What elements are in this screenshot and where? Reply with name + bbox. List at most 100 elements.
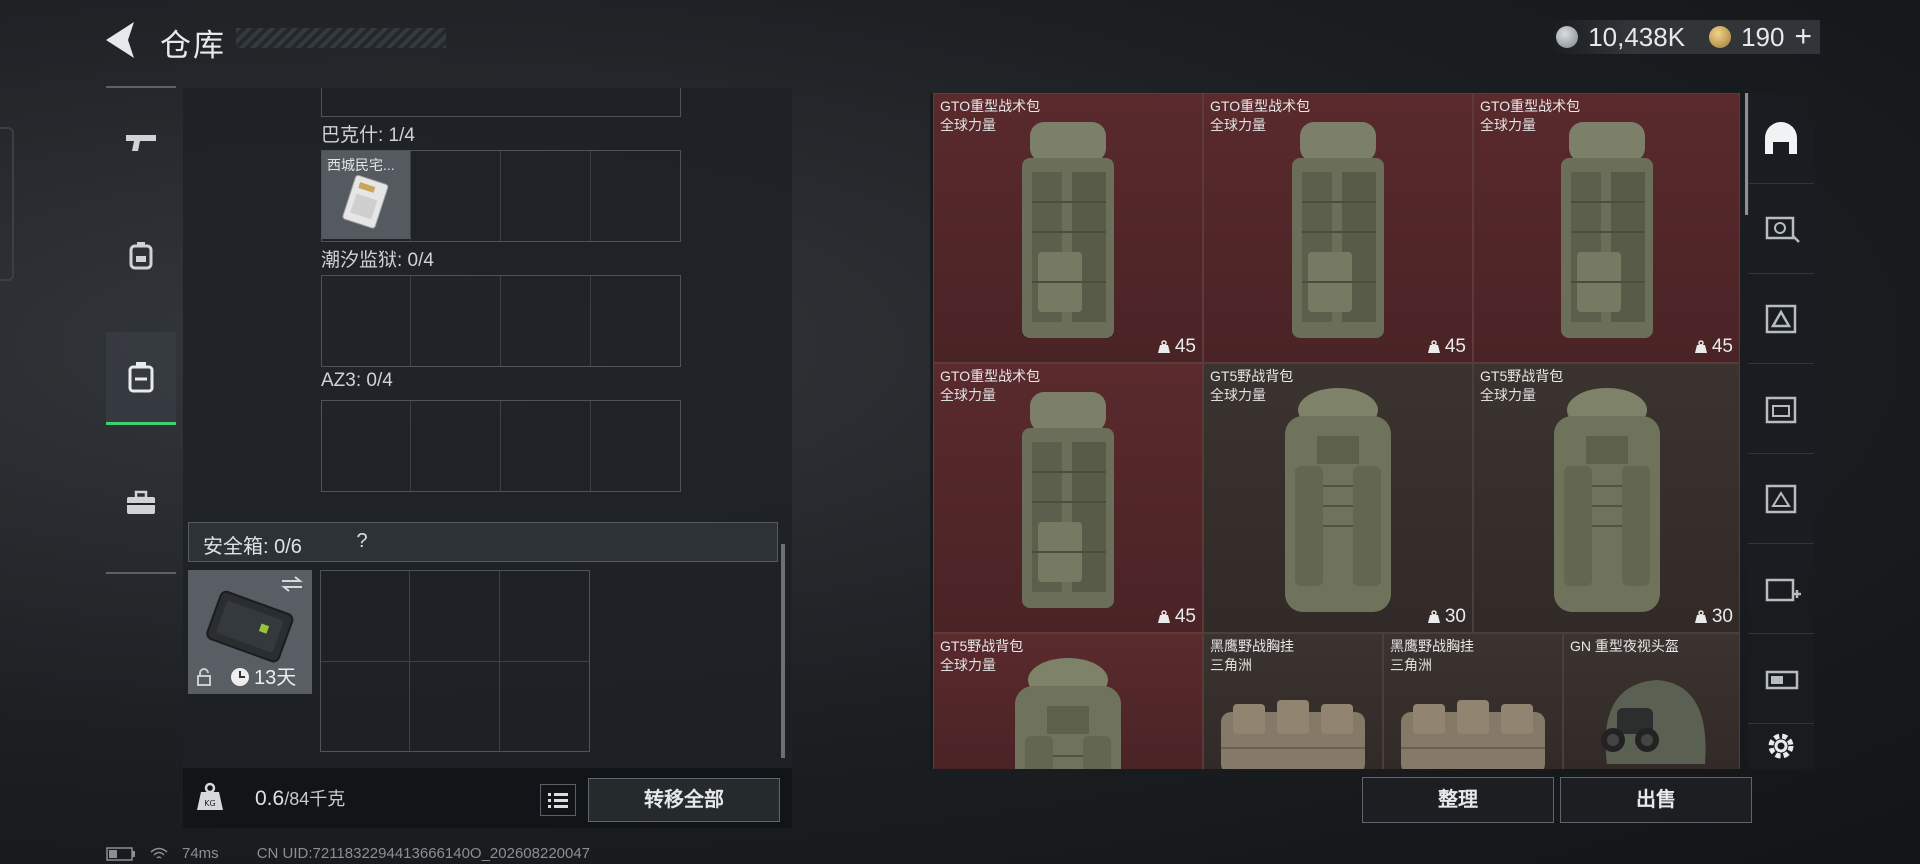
tab-backpack-right[interactable] xyxy=(1748,273,1814,364)
field-item-icon xyxy=(1015,658,1121,769)
inventory-item[interactable]: GTO重型战术包 全球力量 45 xyxy=(933,93,1203,363)
item-count-value: 30 xyxy=(1711,606,1733,627)
field-item-icon xyxy=(1285,388,1391,612)
container-icon xyxy=(128,362,154,393)
keycard-icon xyxy=(342,174,389,229)
key-item-xicheng[interactable]: 西城民宅... xyxy=(322,151,410,239)
tab-chest-rig[interactable] xyxy=(1748,363,1814,454)
tactical-item-icon xyxy=(1022,392,1114,608)
item-count: 30 xyxy=(1427,606,1466,628)
slot-grid-partial xyxy=(321,88,681,117)
item-count-value: 45 xyxy=(1711,336,1733,357)
swap-icon[interactable] xyxy=(280,576,304,592)
gold-coin-icon xyxy=(1709,26,1732,48)
item-count-value: 45 xyxy=(1174,336,1196,357)
medkit-icon xyxy=(1765,578,1801,602)
pistol-icon xyxy=(126,135,156,151)
inventory-item[interactable]: GT5野战背包 全球力量 30 xyxy=(1203,363,1473,633)
weight-capacity: /84千克 xyxy=(284,789,346,809)
svg-text:KG: KG xyxy=(204,799,215,808)
tactical-item-icon xyxy=(1292,122,1384,338)
back-button[interactable] xyxy=(100,18,140,62)
tab-helmet[interactable] xyxy=(1748,93,1814,184)
inventory-grid: GTO重型战术包 全球力量 45 GTO重型战术包 全球力量 45 GTO重型战术包 全球力量… xyxy=(933,93,1740,769)
weight-tag-icon xyxy=(1694,340,1707,353)
sell-button[interactable]: 出售 xyxy=(1560,777,1752,823)
inventory-panel: GTO重型战术包 全球力量 45 GTO重型战术包 全球力量 45 GTO重型战术包 全球力量… xyxy=(930,93,1749,769)
right-category-tabs xyxy=(1748,93,1814,769)
gear-icon xyxy=(1768,733,1794,759)
weight-icon: KG xyxy=(197,782,223,810)
tab-backpack[interactable] xyxy=(106,210,176,300)
inventory-item[interactable]: 黑鹰野战胸挂 三角洲 xyxy=(1383,633,1563,769)
item-name: GT5野战背包 xyxy=(1210,368,1294,384)
tab-armor[interactable] xyxy=(1748,183,1814,274)
inventory-item[interactable]: 黑鹰野战胸挂 三角洲 xyxy=(1203,633,1383,769)
armor-icon xyxy=(1765,216,1800,243)
safebox-item[interactable]: 13天 xyxy=(188,570,312,694)
item-count-value: 45 xyxy=(1444,336,1466,357)
item-source: 全球力量 xyxy=(1210,117,1266,133)
item-count-value: 30 xyxy=(1444,606,1466,627)
item-count: 45 xyxy=(1157,606,1196,628)
inventory-item[interactable]: GT5野战背包 全球力量 30 xyxy=(1473,363,1740,633)
slot-grid-chaoxi[interactable] xyxy=(321,275,681,367)
safebox-timer: 13天 xyxy=(254,667,297,689)
item-source: 全球力量 xyxy=(1210,387,1266,403)
case-icon xyxy=(1765,484,1797,514)
add-currency-button[interactable]: + xyxy=(1794,20,1812,54)
back-arrow-icon xyxy=(106,22,134,58)
tab-weapons[interactable] xyxy=(106,98,176,188)
side-edge-handle[interactable] xyxy=(0,127,14,281)
item-source: 全球力量 xyxy=(940,117,996,133)
weight-tag-icon xyxy=(1157,340,1170,353)
silver-amount: 10,438K xyxy=(1588,21,1686,52)
item-name: GT5野战背包 xyxy=(1480,368,1564,384)
safebox-grid[interactable] xyxy=(320,570,590,752)
chest-item-icon xyxy=(1221,700,1365,769)
backpack-icon xyxy=(129,242,153,270)
ping-readout: 74ms xyxy=(182,845,219,862)
item-count: 45 xyxy=(1157,336,1196,358)
item-source: 全球力量 xyxy=(1480,117,1536,133)
inventory-item[interactable]: GTO重型战术包 全球力量 45 xyxy=(1203,93,1473,363)
status-line: 74ms CN UID:7211832294413666140O_2026082… xyxy=(106,845,590,862)
weight-readout: 0.6/84千克 xyxy=(255,785,345,811)
slot-label-chaoxi: 潮汐监狱: 0/4 xyxy=(321,250,434,271)
item-name: GN 重型夜视头盔 xyxy=(1570,638,1679,654)
slot-grid-az3[interactable] xyxy=(321,400,681,492)
toolbox-icon xyxy=(127,490,155,514)
backpack-outline-icon xyxy=(1765,304,1797,334)
weight-tag-icon xyxy=(1157,610,1170,623)
weight-tag-icon xyxy=(1694,610,1707,623)
list-view-button[interactable] xyxy=(540,784,576,816)
chest-item-icon xyxy=(1401,700,1545,769)
chest-rig-icon xyxy=(1765,396,1797,424)
item-name: 黑鹰野战胸挂 xyxy=(1390,638,1474,654)
item-name: GTO重型战术包 xyxy=(940,368,1041,384)
tab-misc[interactable] xyxy=(1748,633,1814,724)
tactical-item-icon xyxy=(1560,122,1653,338)
equipment-panel: 巴克什: 1/4 西城民宅... 潮汐监狱: 0/4 AZ3: 0/4 安全箱:… xyxy=(183,88,792,828)
tab-toolbox[interactable] xyxy=(106,458,176,548)
settings-button[interactable] xyxy=(1748,723,1814,769)
wifi-icon xyxy=(150,847,168,859)
weight-tag-icon xyxy=(1427,340,1440,353)
inventory-item[interactable]: GT5野战背包 全球力量 xyxy=(933,633,1203,769)
transfer-all-button[interactable]: 转移全部 xyxy=(588,778,780,822)
list-icon xyxy=(548,793,568,808)
tab-medical[interactable] xyxy=(1748,543,1814,634)
tab-container[interactable] xyxy=(106,332,176,425)
inventory-item[interactable]: GTO重型战术包 全球力量 45 xyxy=(1473,93,1740,363)
inventory-item[interactable]: GN 重型夜视头盔 xyxy=(1563,633,1740,769)
help-icon[interactable]: ? xyxy=(348,527,376,555)
helmet-icon xyxy=(1765,122,1797,154)
tab-case[interactable] xyxy=(1748,453,1814,544)
weight-current: 0.6 xyxy=(255,787,285,810)
sort-button[interactable]: 整理 xyxy=(1362,777,1554,823)
item-name: GT5野战背包 xyxy=(940,638,1024,654)
left-scrollbar[interactable] xyxy=(781,544,785,758)
inventory-item[interactable]: GTO重型战术包 全球力量 45 xyxy=(933,363,1203,633)
clock-icon xyxy=(231,668,249,686)
misc-icon xyxy=(1765,670,1799,690)
